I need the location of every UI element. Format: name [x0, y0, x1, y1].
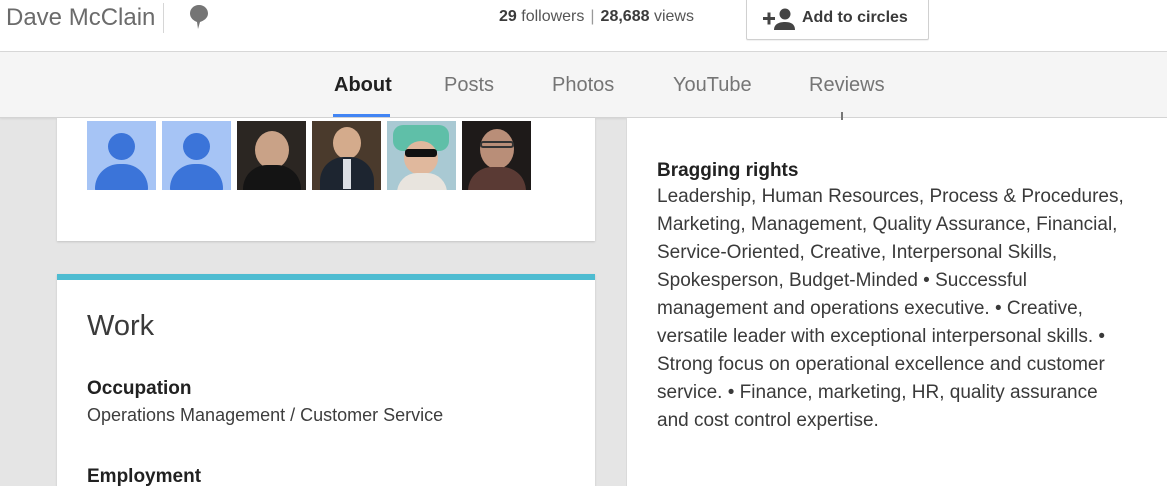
avatar-head	[108, 133, 135, 160]
bragging-rights-line: Spokesperson, Budget-Minded • Successful	[657, 270, 1027, 291]
bragging-rights-line: Service-Oriented, Creative, Interpersona…	[657, 242, 1058, 263]
person-avatar[interactable]	[387, 121, 456, 190]
tab-reviews[interactable]: Reviews	[809, 74, 885, 97]
profile-stats: 29 followers | 28,688 views	[499, 8, 694, 26]
followers-count: 29	[499, 8, 517, 25]
person-avatar[interactable]	[87, 121, 156, 190]
followers-label: followers	[521, 8, 585, 25]
person-avatar[interactable]	[237, 121, 306, 190]
person-avatar[interactable]	[462, 121, 531, 190]
profile-header: Dave McClain 29 followers | 28,688 views A…	[0, 0, 1167, 52]
avatar-face	[255, 131, 289, 169]
person-avatar[interactable]	[312, 121, 381, 190]
avatar-body	[170, 164, 223, 190]
bragging-rights-line: Leadership, Human Resources, Process & P…	[657, 186, 1124, 207]
avatar-face	[480, 129, 514, 169]
tab-photos[interactable]: Photos	[552, 74, 614, 97]
bragging-rights-line: service. • Finance, marketing, HR, quali…	[657, 382, 1098, 403]
person-add-icon	[763, 8, 795, 30]
work-card: Work Occupation Operations Management / …	[57, 274, 595, 486]
bragging-rights-title: Bragging rights	[657, 160, 799, 181]
tab-posts[interactable]: Posts	[444, 74, 494, 97]
avatar-body	[95, 164, 148, 190]
tab-youtube[interactable]: YouTube	[673, 74, 752, 97]
avatar-shirt	[343, 159, 351, 189]
header-divider	[163, 3, 164, 33]
avatar-face	[404, 141, 438, 175]
tab-about[interactable]: About	[334, 74, 392, 97]
avatar-glasses	[480, 141, 514, 148]
avatar-torso	[468, 167, 526, 190]
add-to-circles-button[interactable]: Add to circles	[746, 0, 929, 40]
views-label: views	[653, 8, 694, 25]
avatar-torso	[397, 173, 447, 190]
views-count: 28,688	[600, 8, 650, 25]
bragging-rights-line: and cost control expertise.	[657, 410, 879, 431]
avatar-head	[183, 133, 210, 160]
clipped-text-fragment	[837, 112, 843, 120]
location-pin-icon[interactable]	[189, 4, 209, 30]
profile-tabs: About Posts Photos YouTube Reviews	[0, 52, 1167, 118]
occupation-label: Occupation	[87, 378, 192, 399]
bragging-rights-line: management and operations executive. • C…	[657, 298, 1083, 319]
profile-name: Dave McClain	[6, 4, 156, 31]
work-title: Work	[87, 310, 155, 342]
occupation-value: Operations Management / Customer Service	[87, 405, 444, 425]
bragging-rights-line: Strong focus on operational excellence a…	[657, 354, 1105, 375]
avatar-sunglasses	[405, 149, 437, 157]
stats-separator: |	[590, 8, 595, 25]
employment-label: Employment	[87, 466, 202, 486]
avatar-torso	[243, 165, 301, 190]
avatar-face	[333, 127, 361, 159]
story-card: Bragging rights Leadership, Human Resour…	[626, 112, 1167, 486]
person-avatar[interactable]	[162, 121, 231, 190]
people-card	[57, 118, 595, 241]
bragging-rights-line: Marketing, Management, Quality Assurance…	[657, 214, 1118, 235]
bragging-rights-line: versatile leader with exceptional interp…	[657, 326, 1106, 347]
add-to-circles-label: Add to circles	[802, 9, 908, 26]
active-tab-indicator	[333, 114, 390, 117]
